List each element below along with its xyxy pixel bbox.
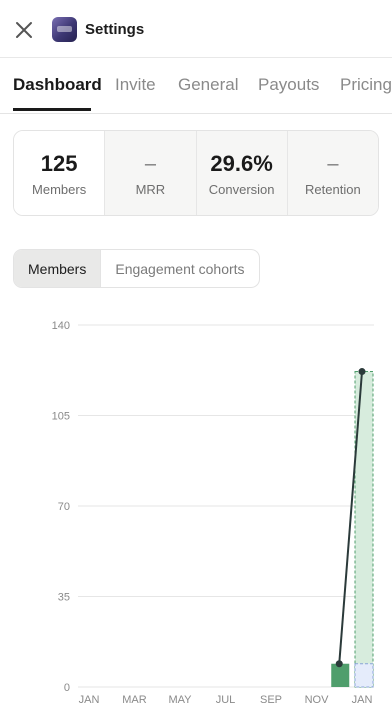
tab-dashboard[interactable]: Dashboard	[13, 75, 102, 95]
x-tick-label: NOV	[305, 694, 330, 706]
members-toggle-button[interactable]: Members	[14, 250, 102, 287]
tab-general[interactable]: General	[178, 75, 238, 95]
active-tab-indicator	[13, 108, 91, 111]
y-tick-label: 0	[64, 682, 70, 694]
close-button[interactable]	[12, 18, 36, 42]
stats-card: 125 Members – MRR 29.6% Conversion – Ret…	[13, 130, 379, 216]
stat-value: –	[144, 152, 156, 175]
tab-pricing[interactable]: Pricing	[340, 75, 392, 95]
chart-view-toggle: Members Engagement cohorts	[13, 249, 260, 288]
y-tick-label: 140	[52, 320, 70, 332]
stat-retention: – Retention	[287, 131, 378, 215]
stat-value: 29.6%	[210, 150, 273, 176]
bar	[354, 663, 374, 688]
tab-bar: Dashboard Invite General Payouts Pricing	[0, 58, 392, 114]
x-tick-label: JUL	[216, 694, 236, 706]
engagement-cohorts-toggle-button[interactable]: Engagement cohorts	[101, 250, 258, 287]
stat-label: Conversion	[208, 181, 275, 197]
stat-label: MRR	[135, 181, 166, 197]
top-bar: Settings	[0, 0, 392, 58]
tab-payouts[interactable]: Payouts	[258, 75, 319, 95]
stat-value: 125	[40, 150, 78, 176]
y-tick-label: 70	[58, 501, 70, 513]
x-tick-label: JAN	[79, 694, 100, 706]
x-tick-label: MAY	[168, 694, 192, 706]
bar	[331, 663, 350, 687]
data-point	[358, 368, 366, 376]
x-tick-label: SEP	[260, 694, 282, 706]
stat-label: Retention	[305, 181, 361, 197]
stat-members: 125 Members	[14, 131, 106, 215]
members-chart: 0 35 70 105 140 JAN MAR MAY JUL SEP NOV JAN	[52, 320, 374, 706]
page-title: Settings	[85, 21, 145, 38]
stat-label: Members	[32, 181, 87, 197]
stat-mrr: – MRR	[105, 131, 197, 215]
y-tick-label: 35	[58, 592, 70, 604]
data-point	[335, 660, 343, 668]
y-tick-label: 105	[52, 411, 70, 423]
stat-value: –	[327, 152, 339, 175]
tab-invite[interactable]: Invite	[115, 75, 156, 95]
x-tick-label: MAR	[122, 694, 147, 706]
app-logo-icon	[52, 17, 77, 42]
close-icon	[16, 22, 32, 38]
x-tick-label: JAN	[352, 694, 373, 706]
stat-conversion: 29.6% Conversion	[196, 131, 288, 215]
